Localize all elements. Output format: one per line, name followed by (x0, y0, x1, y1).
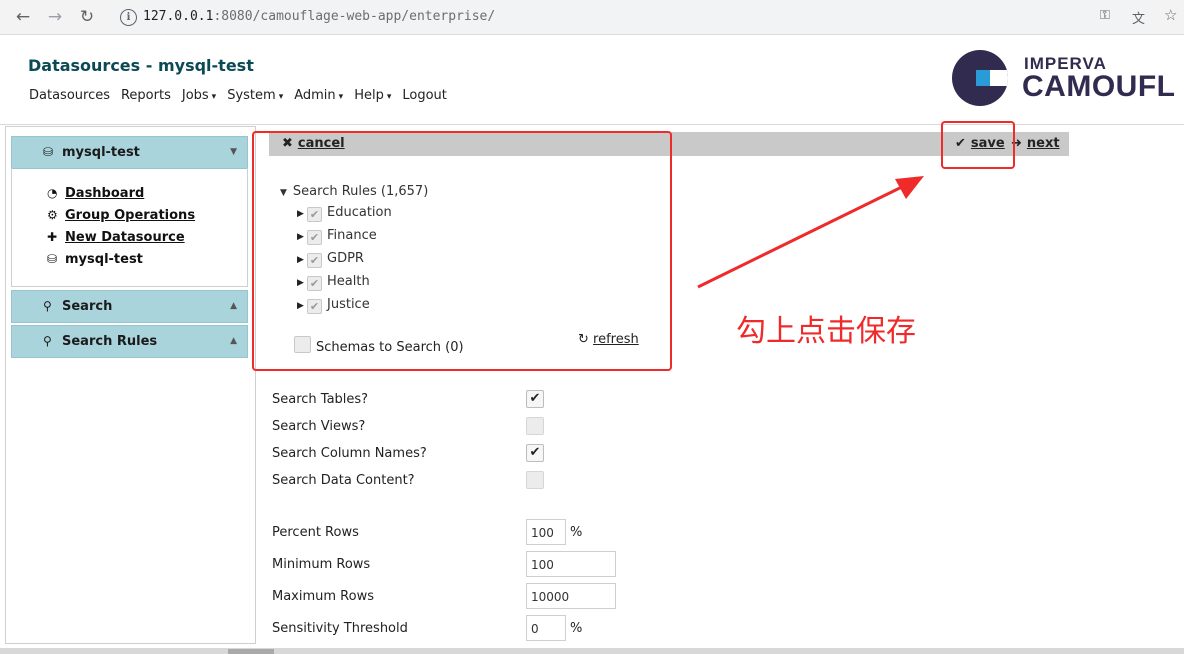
translate-icon[interactable]: 文 (1132, 8, 1145, 27)
field-input[interactable]: 100 (526, 519, 566, 545)
sidebar-item-new-datasource[interactable]: ✚ New Datasource (47, 230, 185, 245)
nav-item-reports[interactable]: Reports (121, 88, 171, 103)
annotation-save-highlight-box (941, 121, 1015, 169)
database-icon: ⛁ (43, 145, 54, 159)
nav-item-label: Help (354, 88, 384, 103)
nav-item-label: Jobs (181, 88, 209, 103)
imperva-logo-icon (952, 50, 1008, 106)
nav-item-admin[interactable]: Admin ▾ (294, 88, 343, 103)
nav-item-label: Datasources (29, 88, 110, 103)
dashboard-gauge-icon: ◔ (47, 186, 58, 200)
chevron-up-icon[interactable]: ▲ (230, 336, 237, 346)
reload-icon[interactable]: ↻ (76, 6, 98, 28)
nav-item-logout[interactable]: Logout (402, 88, 447, 103)
sidebar-item-label: mysql-test (65, 252, 143, 267)
main-nav: Datasources Reports Jobs ▾ System ▾ Admin ▾ Help… (29, 88, 458, 103)
annotation-arrow-icon (697, 176, 924, 289)
page-title: Datasources - mysql-test (28, 56, 254, 75)
scrollbar-thumb[interactable] (228, 649, 274, 654)
search-icon: ⚲ (43, 299, 52, 313)
sidebar-panel-body: ◔ Dashboard ⚙ Group Operations ✚ New Dataso… (11, 168, 248, 287)
bookmark-star-icon[interactable]: ☆ (1164, 6, 1177, 24)
browser-toolbar: ← → ↻ i 127.0.0.1:8080/camouflage-web-ap… (0, 0, 1184, 35)
annotation-highlight-box (252, 131, 672, 371)
key-icon[interactable]: ⚿ (1100, 8, 1110, 23)
nav-item-help[interactable]: Help ▾ (354, 88, 391, 103)
annotation-text: 勾上点击保存 (736, 314, 916, 349)
sidebar-item-mysql-test[interactable]: ⛁ mysql-test (47, 252, 143, 267)
field-input[interactable]: 100 (526, 551, 616, 577)
nav-item-label: Logout (402, 88, 447, 103)
sidebar-panel-datasource[interactable]: ⛁ mysql-test ▼ (11, 136, 248, 169)
chevron-up-icon[interactable]: ▲ (230, 301, 237, 311)
field-unit: % (570, 525, 583, 540)
field-input[interactable]: 10000 (526, 583, 616, 609)
sidebar-panel-search[interactable]: ⚲ Search ▲ (11, 290, 248, 323)
caret-down-icon: ▾ (211, 92, 217, 102)
plus-icon: ✚ (47, 230, 58, 244)
next-button[interactable]: ➜ next (1011, 136, 1060, 151)
option-label: Search Column Names? (272, 446, 427, 461)
nav-item-jobs[interactable]: Jobs ▾ (182, 88, 216, 103)
nav-item-datasources[interactable]: Datasources (29, 88, 110, 103)
option-checkbox[interactable] (526, 417, 544, 435)
gears-icon: ⚙ (47, 208, 58, 222)
field-label: Sensitivity Threshold (272, 621, 408, 636)
field-input[interactable]: 0 (526, 615, 566, 641)
database-icon: ⛁ (47, 252, 58, 266)
horizontal-scrollbar[interactable] (0, 648, 1184, 654)
address-bar[interactable]: i 127.0.0.1:8080/camouflage-web-app/ente… (110, 4, 1150, 30)
sidebar-panel-search-rules[interactable]: ⚲ Search Rules ▲ (11, 325, 248, 358)
option-checkbox[interactable] (526, 471, 544, 489)
sidebar-panel-label: mysql-test (62, 145, 140, 160)
option-label: Search Data Content? (272, 473, 415, 488)
logo-text-camouflage: CAMOUFL (1022, 70, 1176, 103)
field-label: Maximum Rows (272, 589, 374, 604)
field-unit: % (570, 621, 583, 636)
sidebar-item-label[interactable]: Group Operations (65, 208, 195, 223)
sidebar-item-group-operations[interactable]: ⚙ Group Operations (47, 208, 195, 223)
caret-down-icon: ▾ (386, 92, 392, 102)
sidebar-item-dashboard[interactable]: ◔ Dashboard (47, 186, 144, 201)
sidebar-item-label[interactable]: Dashboard (65, 186, 144, 201)
nav-item-system[interactable]: System ▾ (227, 88, 283, 103)
sidebar-panel-label: Search (62, 299, 113, 314)
option-checkbox[interactable]: ✔ (526, 390, 544, 408)
option-checkbox[interactable]: ✔ (526, 444, 544, 462)
forward-arrow-icon[interactable]: → (44, 6, 66, 28)
sidebar-panel-label: Search Rules (62, 334, 158, 349)
back-arrow-icon[interactable]: ← (12, 6, 34, 28)
caret-down-icon: ▾ (278, 92, 284, 102)
nav-item-label: Admin (294, 88, 336, 103)
sidebar: ⛁ mysql-test ▼ ◔ Dashboard ⚙ Group Operati… (5, 126, 256, 644)
field-label: Minimum Rows (272, 557, 371, 572)
nav-item-label: Reports (120, 88, 171, 103)
search-rules-icon: ⚲ (43, 334, 52, 348)
field-label: Percent Rows (272, 525, 359, 540)
option-label: Search Tables? (272, 392, 369, 407)
url-text: 127.0.0.1:8080/camouflage-web-app/enterp… (143, 9, 496, 24)
nav-item-label: System (227, 88, 276, 103)
chevron-down-icon[interactable]: ▼ (230, 147, 237, 157)
caret-down-icon: ▾ (338, 92, 344, 102)
sidebar-item-label[interactable]: New Datasource (65, 230, 185, 245)
option-label: Search Views? (272, 419, 366, 434)
site-info-icon[interactable]: i (120, 9, 137, 26)
